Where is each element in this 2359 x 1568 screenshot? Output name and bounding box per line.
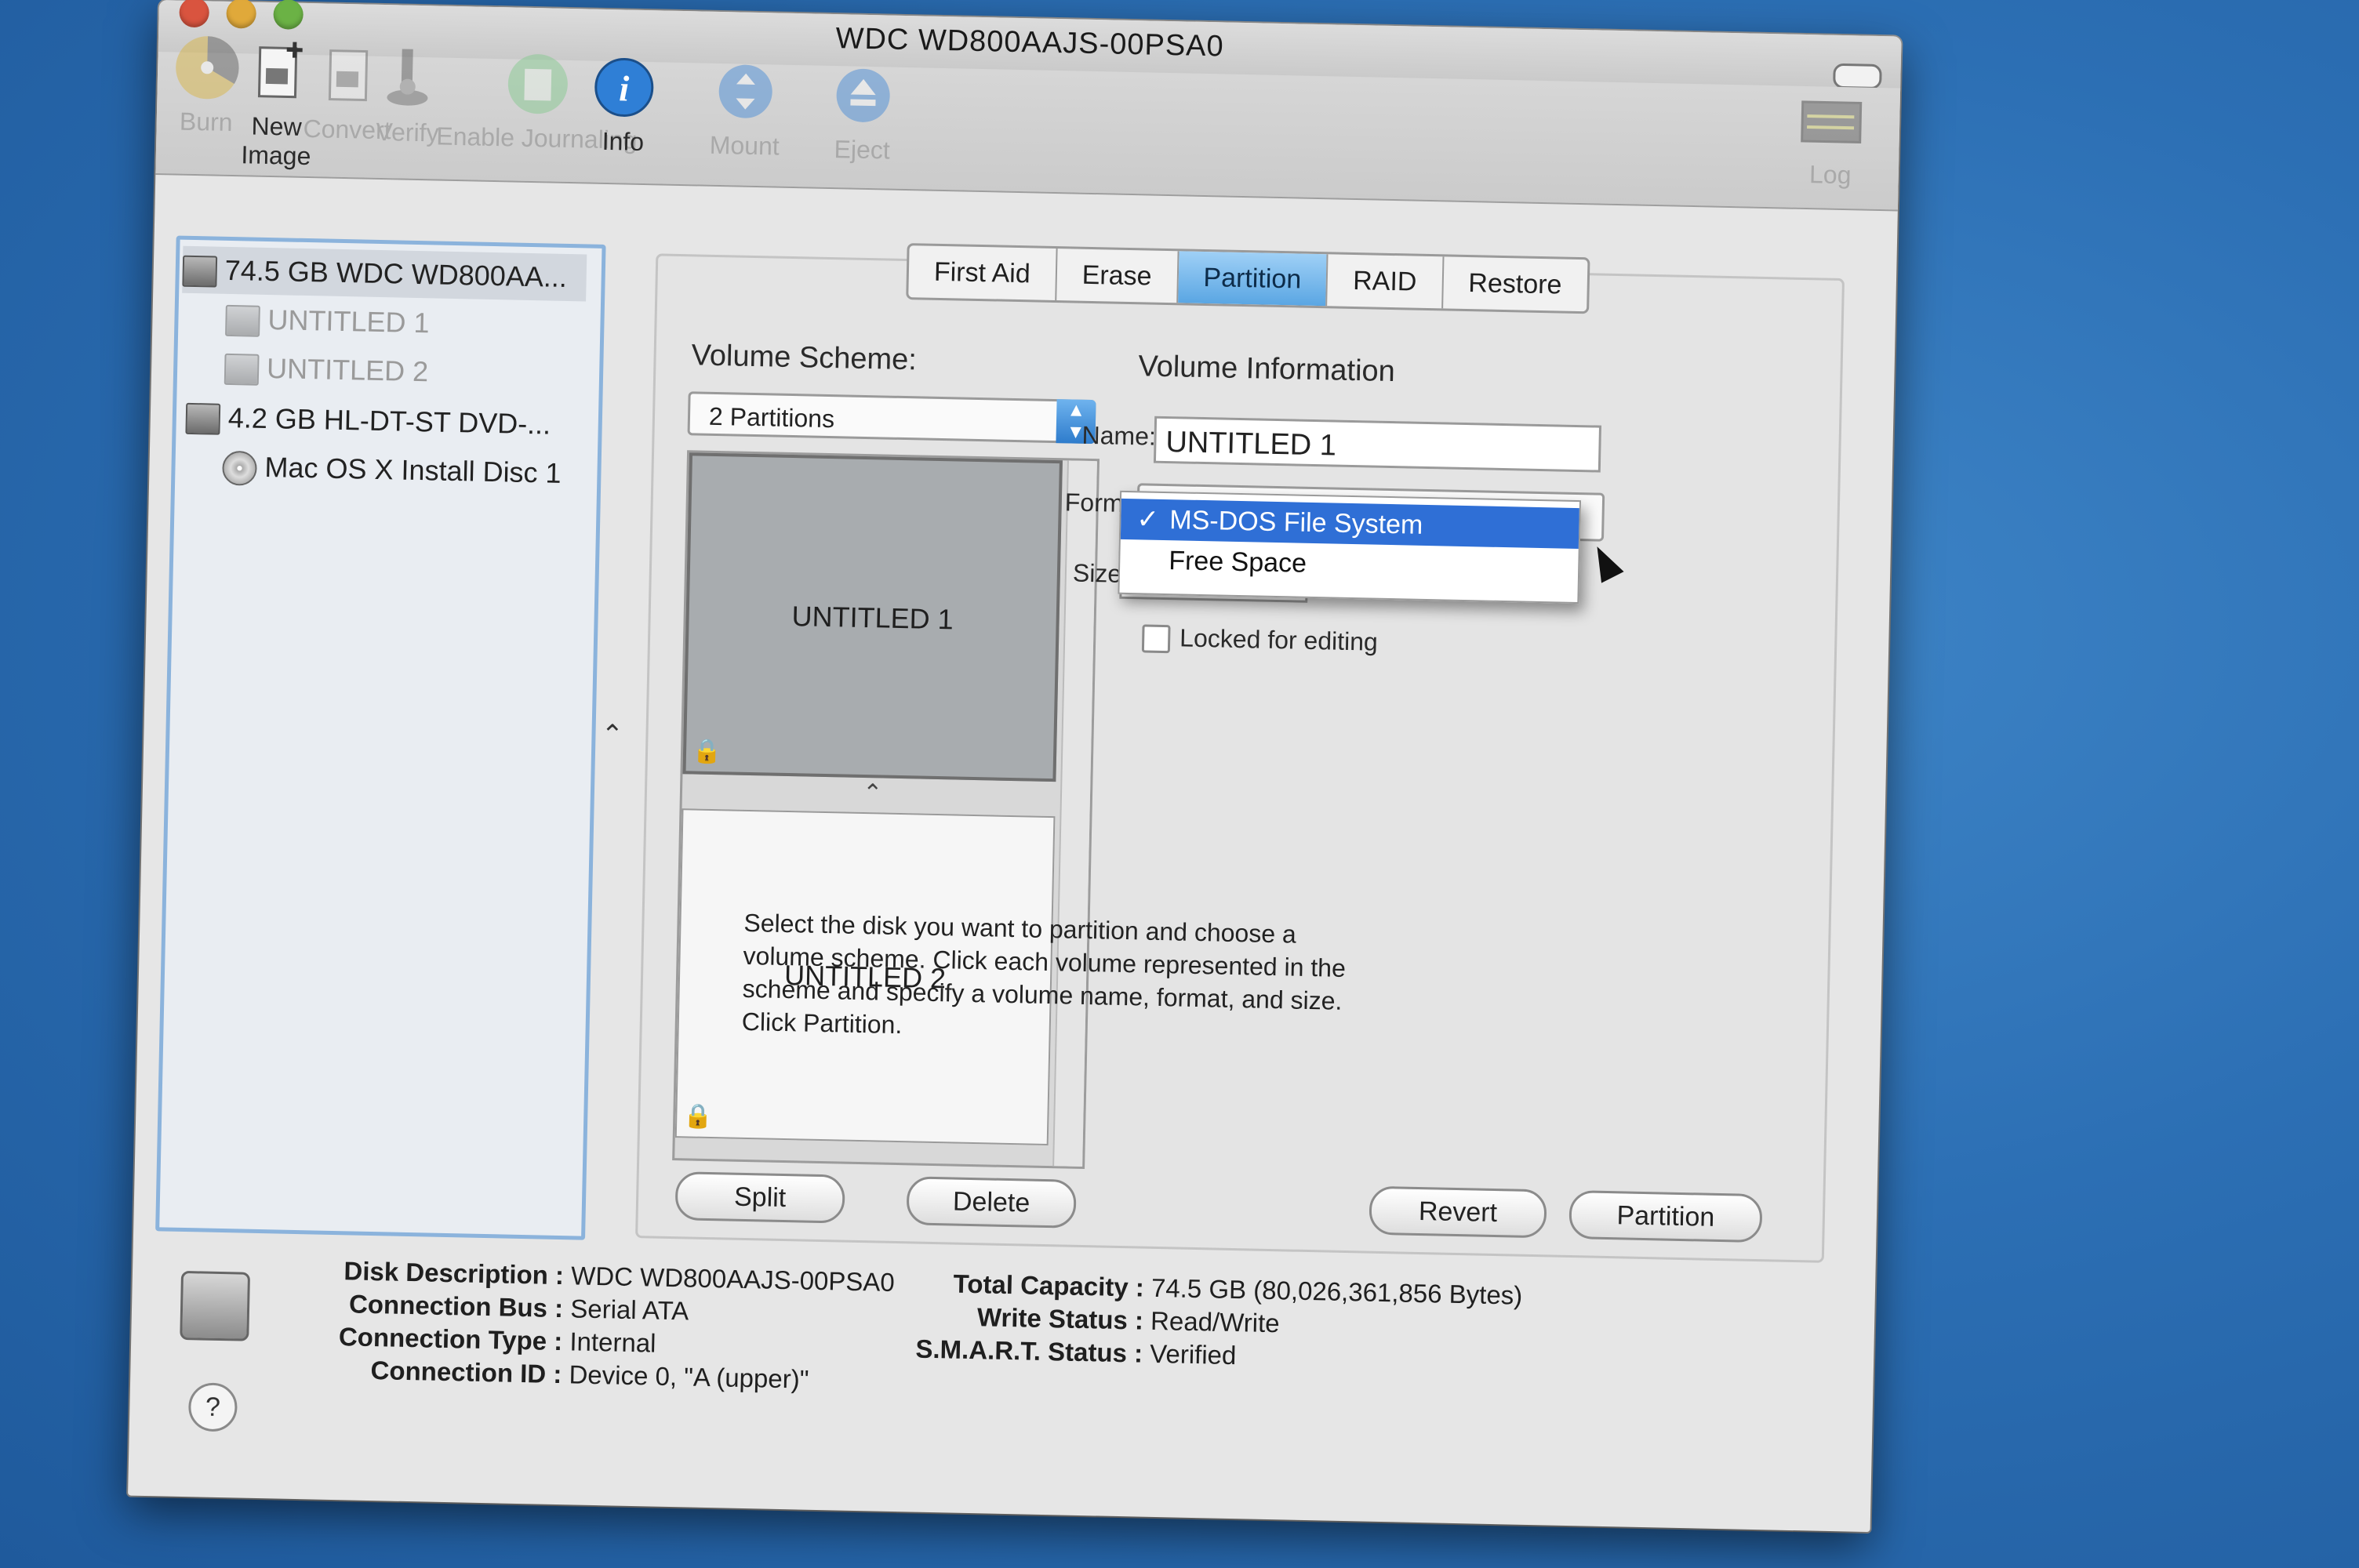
log-button[interactable]: Log (1787, 85, 1875, 191)
revert-button[interactable]: Revert (1369, 1185, 1547, 1239)
total-capacity-value: 74.5 GB (80,026,361,856 Bytes) (1150, 1272, 1523, 1310)
tab-first-aid[interactable]: First Aid (908, 245, 1058, 301)
connection-type-key: Connection Type : (338, 1322, 563, 1356)
sidebar-item-untitled-2[interactable]: UNTITLED 2 (224, 344, 429, 395)
volume-scheme-map: UNTITLED 1 🔒 ⌃ UNTITLED 2 🔒 (672, 450, 1100, 1170)
write-status-value: Read/Write (1150, 1305, 1280, 1338)
tab-erase[interactable]: Erase (1056, 249, 1180, 303)
volume-scheme-popup[interactable]: 2 Partitions ▲ ▼ (687, 391, 1096, 445)
log-icon (1801, 100, 1863, 143)
volume-scheme-value: 2 Partitions (708, 401, 835, 434)
dvd-drive-icon (185, 403, 221, 436)
partition-help-text: Select the disk you want to partition an… (741, 908, 1347, 1040)
format-option-label: MS-DOS File System (1169, 505, 1423, 540)
hard-disk-icon (182, 256, 218, 289)
mount-icon (718, 64, 772, 118)
disk-description-key: Disk Description : (343, 1256, 565, 1290)
connection-bus-value: Serial ATA (569, 1294, 689, 1326)
disk-info-right: Total Capacity : 74.5 GB (80,026,361,856… (907, 1266, 1523, 1377)
cd-icon (222, 451, 257, 487)
hard-disk-icon (180, 1270, 251, 1341)
lock-icon: 🔒 (682, 1103, 714, 1131)
mount-label: Mount (709, 130, 780, 161)
lock-icon: 🔒 (692, 738, 722, 765)
partition-button[interactable]: Partition (1568, 1190, 1763, 1243)
disk-description-value: WDC WD800AAJS-00PSA0 (570, 1261, 896, 1297)
sidebar-item-untitled-1[interactable]: UNTITLED 1 (225, 296, 430, 347)
device-sidebar: 74.5 GB WDC WD800AA... UNTITLED 1 UNTITL… (155, 235, 606, 1240)
eject-button[interactable]: Eject (819, 60, 907, 165)
split-button[interactable]: Split (674, 1171, 845, 1224)
journal-icon (507, 54, 568, 114)
tab-raid[interactable]: RAID (1327, 254, 1445, 309)
sidebar-item-label: 74.5 GB WDC WD800AA... (224, 253, 568, 293)
volume-name: UNTITLED 1 (791, 599, 954, 636)
tab-partition[interactable]: Partition (1177, 251, 1329, 307)
sidebar-item-label: Mac OS X Install Disc 1 (264, 450, 562, 489)
eject-icon (836, 68, 890, 122)
hard-disk-icon (224, 354, 260, 387)
sidebar-item-disk[interactable]: 74.5 GB WDC WD800AA... (182, 245, 587, 302)
disk-utility-window: WDC WD800AAJS-00PSA0 Burn New Image Conv… (128, 0, 1902, 1533)
write-status-key: Write Status : (976, 1302, 1144, 1335)
mount-button[interactable]: Mount (697, 55, 794, 161)
sidebar-item-label: 4.2 GB HL-DT-ST DVD-... (227, 401, 551, 441)
connection-id-key: Connection ID : (370, 1356, 562, 1389)
locked-label: Locked for editing (1179, 623, 1379, 656)
sidebar-item-install-disc[interactable]: Mac OS X Install Disc 1 (222, 443, 562, 497)
volume-information-heading: Volume Information (1138, 350, 1396, 389)
total-capacity-key: Total Capacity : (953, 1269, 1145, 1302)
format-menu: ✓ MS-DOS File System Free Space (1118, 490, 1582, 604)
splitter-handle[interactable]: ⌃ (601, 719, 623, 751)
sidebar-item-label: UNTITLED 1 (267, 303, 430, 339)
volume-resize-handle[interactable]: ⌃ (863, 779, 883, 808)
connection-bus-key: Connection Bus : (348, 1289, 564, 1323)
delete-button[interactable]: Delete (906, 1176, 1077, 1229)
hard-disk-icon (225, 305, 260, 338)
help-button[interactable]: ? (187, 1382, 238, 1432)
eject-label: Eject (834, 135, 891, 165)
volume-untitled-1[interactable]: UNTITLED 1 🔒 (682, 452, 1063, 782)
connection-id-value: Device 0, "A (upper)" (569, 1359, 809, 1394)
volume-scheme-label: Volume Scheme: (691, 339, 918, 377)
info-icon: i (594, 57, 654, 117)
svg-text:i: i (619, 68, 630, 108)
log-label: Log (1808, 160, 1852, 190)
name-label: Name: (1081, 420, 1157, 451)
smart-status-value: Verified (1149, 1338, 1237, 1370)
sidebar-item-dvd-drive[interactable]: 4.2 GB HL-DT-ST DVD-... (185, 394, 551, 448)
info-button[interactable]: i Info (580, 51, 668, 157)
locked-checkbox[interactable] (1141, 624, 1171, 654)
volume-name-field[interactable]: UNTITLED 1 (1153, 416, 1602, 473)
disk-info-left: Disk Description : WDC WD800AAJS-00PSA0 … (279, 1254, 896, 1398)
checkmark-icon: ✓ (1136, 504, 1160, 535)
tab-restore[interactable]: Restore (1443, 256, 1587, 311)
format-option-free-space[interactable]: Free Space (1120, 539, 1579, 590)
format-option-label: Free Space (1168, 546, 1307, 579)
connection-type-value: Internal (569, 1327, 656, 1358)
info-label: Info (602, 126, 645, 156)
sidebar-item-label: UNTITLED 2 (266, 351, 429, 388)
smart-status-key: S.M.A.R.T. Status : (915, 1334, 1143, 1368)
